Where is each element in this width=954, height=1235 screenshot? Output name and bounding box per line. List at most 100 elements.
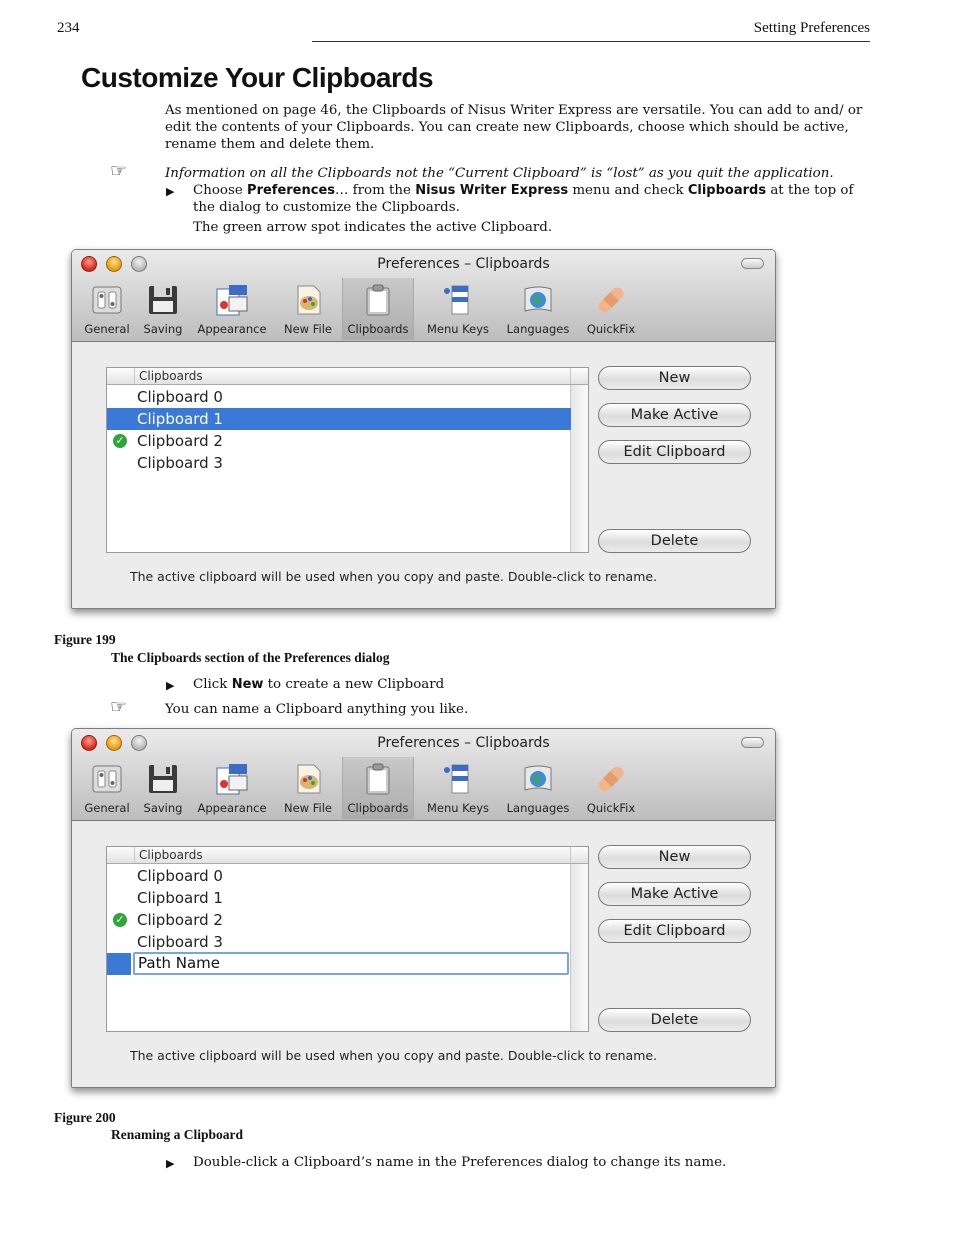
list-scrollbar[interactable] xyxy=(570,385,588,552)
header-clipboards-column[interactable]: Clipboards xyxy=(139,369,203,383)
note-lost-clipboards: Information on all the Clipboards not th… xyxy=(165,165,865,182)
list-item[interactable]: Clipboard 3 xyxy=(107,452,571,474)
ui-new: New xyxy=(231,677,264,692)
delete-button[interactable]: Delete xyxy=(598,1008,751,1032)
tab-new-file[interactable]: New File xyxy=(276,278,340,340)
tab-general[interactable]: General xyxy=(80,278,134,340)
tab-label: Appearance xyxy=(197,801,267,815)
menu-keys-icon xyxy=(444,764,469,794)
header-status-column[interactable] xyxy=(107,368,135,384)
note-hand-icon: ☞ xyxy=(110,160,128,182)
figure-200-label: Figure 200 xyxy=(54,1110,116,1125)
step-text: Choose xyxy=(193,183,248,198)
tab-label: Saving xyxy=(143,322,183,336)
make-active-button[interactable]: Make Active xyxy=(598,882,751,906)
tab-label: QuickFix xyxy=(586,322,636,336)
tab-label: Languages xyxy=(506,322,570,336)
list-item[interactable]: ✓ Clipboard 2 xyxy=(107,430,571,452)
clipboard-name: Clipboard 0 xyxy=(137,388,223,406)
list-item[interactable]: Clipboard 0 xyxy=(107,865,571,887)
hint-text: The active clipboard will be used when y… xyxy=(129,569,658,584)
clipboard-name: Clipboard 2 xyxy=(137,911,223,929)
delete-button[interactable]: Delete xyxy=(598,529,751,553)
clipboard-name: Clipboard 1 xyxy=(137,889,223,907)
page-number: 234 xyxy=(57,20,80,36)
clipboards-list[interactable]: Clipboards Clipboard 0 Clipboard 1 ✓ Clip… xyxy=(106,846,589,1032)
tab-quickfix[interactable]: QuickFix xyxy=(578,757,644,819)
tab-label: Clipboards xyxy=(347,801,409,815)
header-clipboards-column[interactable]: Clipboards xyxy=(139,848,203,862)
floppy-disk-icon xyxy=(149,765,177,793)
tab-general[interactable]: General xyxy=(80,757,134,819)
note-text: Information on all the Clipboards not th… xyxy=(165,166,834,181)
tab-label: General xyxy=(84,322,130,336)
new-button[interactable]: New xyxy=(598,845,751,869)
tab-new-file[interactable]: New File xyxy=(276,757,340,819)
tab-label: Menu Keys xyxy=(426,322,490,336)
tab-label: Clipboards xyxy=(347,322,409,336)
preferences-window-fig200: Preferences – Clipboards General Saving … xyxy=(71,728,776,1088)
tab-label: Menu Keys xyxy=(426,801,490,815)
toolbar-toggle-button[interactable] xyxy=(741,737,764,748)
toolbar-toggle-button[interactable] xyxy=(741,258,764,269)
preferences-window-fig199: Preferences – Clipboards General Saving … xyxy=(71,249,776,609)
step-text: to create a new Clipboard xyxy=(263,677,445,692)
edit-clipboard-button[interactable]: Edit Clipboard xyxy=(598,440,751,464)
active-check-icon: ✓ xyxy=(113,434,127,448)
edit-clipboard-button[interactable]: Edit Clipboard xyxy=(598,919,751,943)
list-item[interactable]: Clipboard 1 xyxy=(107,887,571,909)
tab-quickfix[interactable]: QuickFix xyxy=(578,278,644,340)
hint-text: The active clipboard will be used when y… xyxy=(129,1048,658,1063)
tab-label: Languages xyxy=(506,801,570,815)
note-name-anything: You can name a Clipboard anything you li… xyxy=(165,702,469,717)
list-item[interactable]: Clipboard 0 xyxy=(107,386,571,408)
ui-nisus-writer-express: Nisus Writer Express xyxy=(415,183,569,198)
rename-field[interactable]: Path Name xyxy=(133,952,569,975)
tab-menu-keys[interactable]: Menu Keys xyxy=(420,278,496,340)
clipboards-pane: Clipboards Clipboard 0 Clipboard 1 ✓ Clip… xyxy=(72,343,775,608)
tab-clipboards[interactable]: Clipboards xyxy=(342,278,414,340)
list-item-editing[interactable]: Path Name xyxy=(107,952,571,975)
tab-appearance[interactable]: Appearance xyxy=(192,757,272,819)
tab-label: General xyxy=(84,801,130,815)
tab-languages[interactable]: Languages xyxy=(502,278,574,340)
clipboard-name: Clipboard 3 xyxy=(137,933,223,951)
tab-languages[interactable]: Languages xyxy=(502,757,574,819)
list-item[interactable]: ✓ Clipboard 2 xyxy=(107,909,571,931)
list-scrollbar[interactable] xyxy=(570,864,588,1031)
ui-preferences: Preferences xyxy=(247,183,336,198)
step-click-new: Click New to create a new Clipboard xyxy=(193,676,865,693)
bandage-icon xyxy=(598,766,624,792)
clipboard-icon xyxy=(366,284,390,316)
step-text: … from the xyxy=(335,183,416,198)
new-file-palette-icon xyxy=(297,764,321,794)
clipboards-list[interactable]: Clipboards Clipboard 0 Clipboard 1 ✓ Clip… xyxy=(106,367,589,553)
tab-label: QuickFix xyxy=(586,801,636,815)
tab-clipboards[interactable]: Clipboards xyxy=(342,757,414,819)
tab-saving[interactable]: Saving xyxy=(136,278,190,340)
bullet-arrow-icon: ▶ xyxy=(166,1157,175,1170)
header-status-column[interactable] xyxy=(107,847,135,863)
tab-menu-keys[interactable]: Menu Keys xyxy=(420,757,496,819)
bullet-arrow-icon: ▶ xyxy=(166,679,175,692)
clipboards-pane: Clipboards Clipboard 0 Clipboard 1 ✓ Clip… xyxy=(72,822,775,1087)
step-text: Click xyxy=(193,677,232,692)
header-corner xyxy=(570,368,588,384)
list-item[interactable]: Clipboard 1 xyxy=(107,408,571,430)
figure-200-caption: Renaming a Clipboard xyxy=(111,1127,244,1142)
active-indicator-note: The green arrow spot indicates the activ… xyxy=(193,220,553,235)
make-active-button[interactable]: Make Active xyxy=(598,403,751,427)
new-file-palette-icon xyxy=(297,285,321,315)
bullet-arrow-icon: ▶ xyxy=(166,185,175,198)
active-check-icon: ✓ xyxy=(113,913,127,927)
list-item[interactable]: Clipboard 3 xyxy=(107,931,571,953)
page-title: Customize Your Clipboards xyxy=(81,62,434,93)
clipboard-name: Clipboard 1 xyxy=(137,410,223,428)
tab-saving[interactable]: Saving xyxy=(136,757,190,819)
list-header: Clipboards xyxy=(107,368,588,385)
new-button[interactable]: New xyxy=(598,366,751,390)
tab-appearance[interactable]: Appearance xyxy=(192,278,272,340)
tab-label: New File xyxy=(284,801,332,815)
clipboard-name: Clipboard 3 xyxy=(137,454,223,472)
tab-label: Saving xyxy=(143,801,183,815)
